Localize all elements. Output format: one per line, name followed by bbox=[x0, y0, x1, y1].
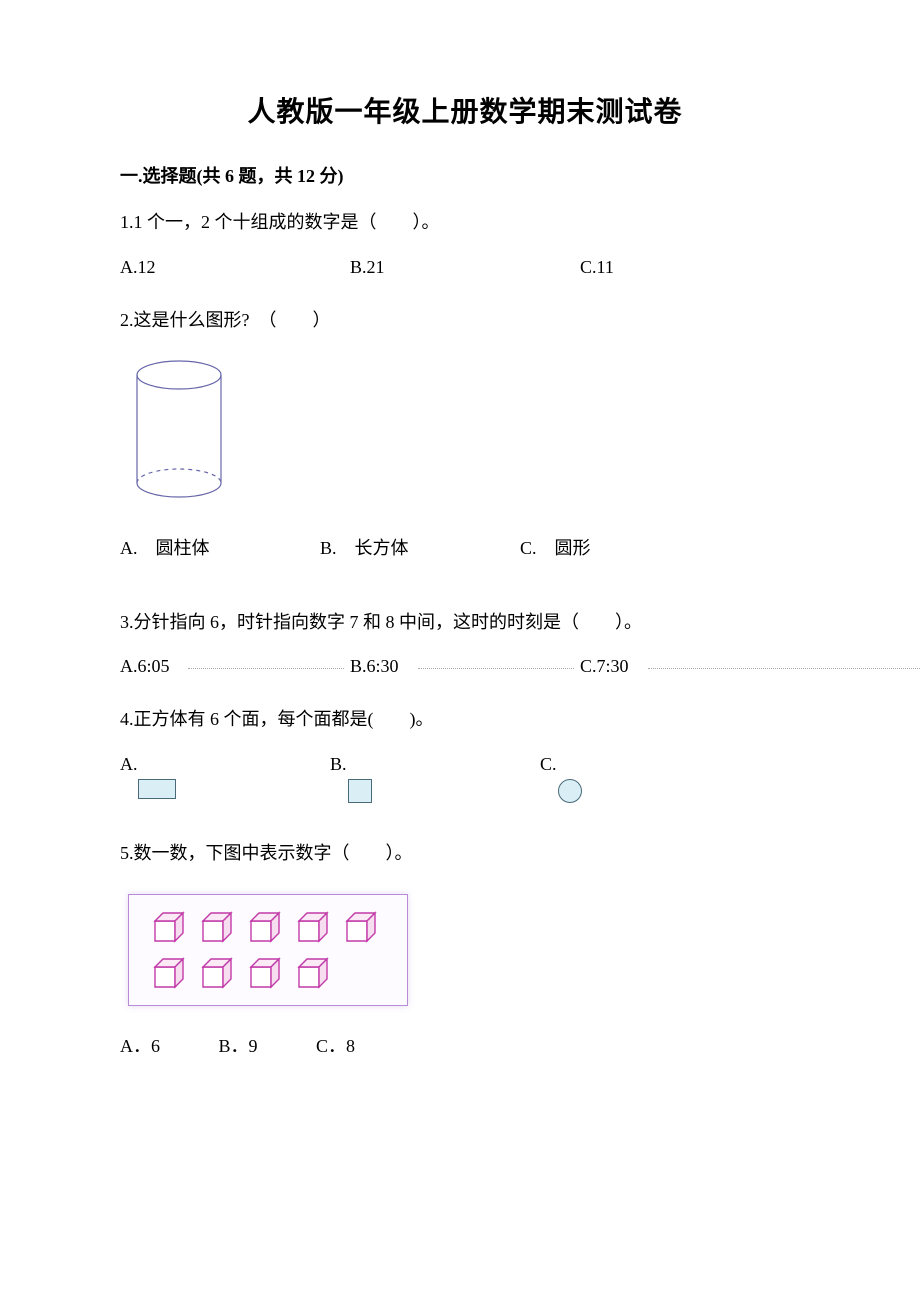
q2-opt-a: A. 圆柱体 bbox=[120, 534, 320, 560]
q3-opt-b: B.6:30 bbox=[350, 656, 580, 677]
q1-options: A.12 B.21 C.11 bbox=[120, 257, 810, 278]
cube-icon bbox=[247, 955, 281, 989]
cube-icon bbox=[199, 909, 233, 943]
cube-icon bbox=[151, 955, 185, 989]
q5-opt-b: B．9 bbox=[219, 1036, 258, 1056]
q1-opt-b: B.21 bbox=[350, 257, 580, 278]
cubes-row-2 bbox=[151, 955, 377, 989]
q2-opt-b: B. 长方体 bbox=[320, 534, 520, 560]
cube-icon bbox=[295, 955, 329, 989]
cube-icon bbox=[151, 909, 185, 943]
q1-opt-a: A.12 bbox=[120, 257, 350, 278]
rectangle-icon bbox=[138, 779, 176, 799]
cylinder-icon bbox=[124, 355, 234, 505]
q4-opt-c: C. bbox=[540, 754, 750, 775]
cube-icon bbox=[343, 909, 377, 943]
q3-opt-c: C.7:30 bbox=[580, 656, 810, 677]
q4-opt-a: A. bbox=[120, 754, 330, 775]
q5-figure bbox=[128, 894, 408, 1006]
q2-text: 2.这是什么图形? （ ） bbox=[120, 306, 810, 335]
cube-icon bbox=[247, 909, 281, 943]
q1-opt-c: C.11 bbox=[580, 257, 810, 278]
q3-options: A.6:05 B.6:30 C.7:30 bbox=[120, 656, 810, 677]
q3-opt-a: A.6:05 bbox=[120, 656, 350, 677]
q5-opt-a: A．6 bbox=[120, 1036, 160, 1056]
q3-text: 3.分针指向 6，时针指向数字 7 和 8 中间，这时的时刻是（ ）。 bbox=[120, 608, 810, 637]
q5-options: A．6 B．9 C．8 bbox=[120, 1032, 810, 1058]
q1-text: 1.1 个一，2 个十组成的数字是（ ）。 bbox=[120, 208, 810, 237]
q2-options: A. 圆柱体 B. 长方体 C. 圆形 bbox=[120, 534, 810, 560]
q4-opt-b: B. bbox=[330, 754, 540, 775]
cube-icon bbox=[295, 909, 329, 943]
q4-options: A. B. C. bbox=[120, 754, 810, 803]
section-1-header: 一.选择题(共 6 题，共 12 分) bbox=[120, 162, 810, 188]
cubes-row-1 bbox=[151, 909, 377, 943]
q5-opt-c: C．8 bbox=[316, 1036, 355, 1056]
cylinder-figure bbox=[124, 355, 810, 510]
q5-text: 5.数一数，下图中表示数字（ ）。 bbox=[120, 839, 810, 868]
page-title: 人教版一年级上册数学期末测试卷 bbox=[120, 90, 810, 130]
cube-icon bbox=[199, 955, 233, 989]
q4-text: 4.正方体有 6 个面，每个面都是( )。 bbox=[120, 705, 810, 734]
q2-opt-c: C. 圆形 bbox=[520, 534, 720, 560]
circle-icon bbox=[558, 779, 582, 803]
square-icon bbox=[348, 779, 372, 803]
